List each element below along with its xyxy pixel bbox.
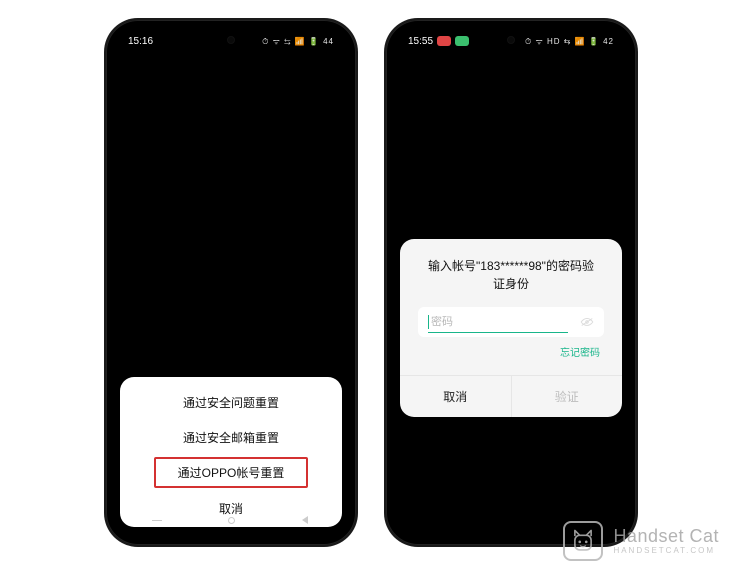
password-input[interactable]: [431, 316, 580, 328]
forgot-password-link[interactable]: 忘记密码: [560, 348, 600, 359]
dialog-title: 输入帐号"183******98"的密码验证身份: [400, 257, 622, 307]
text-cursor: [428, 315, 429, 329]
password-field-wrap[interactable]: [418, 307, 604, 337]
dialog-confirm-button[interactable]: 验证: [511, 376, 623, 417]
activity-indicator-icon: [455, 36, 469, 46]
front-camera: [507, 36, 515, 44]
password-verify-dialog: 输入帐号"183******98"的密码验证身份 忘记密码 取消: [400, 239, 622, 417]
reset-via-security-question[interactable]: 通过安全问题重置: [120, 385, 342, 420]
status-time: 15:55: [408, 36, 433, 47]
back-icon[interactable]: [300, 515, 310, 525]
input-underline: [428, 332, 568, 333]
status-time: 15:16: [128, 36, 153, 47]
recents-icon[interactable]: [152, 515, 162, 525]
watermark: Handset Cat HANDSETCAT.COM: [563, 521, 719, 561]
front-camera: [227, 36, 235, 44]
reset-options-sheet: 通过安全问题重置 通过安全邮箱重置 通过OPPO帐号重置 取消: [120, 377, 342, 527]
android-navbar: [120, 515, 342, 525]
watermark-subtitle: HANDSETCAT.COM: [613, 547, 719, 556]
phone-left: 15:16 ⏱ ᯤ ⇆ 📶 🔋 44 通过安全问题重置 通过安全邮箱重置 通过O…: [106, 20, 356, 545]
reset-via-oppo-account[interactable]: 通过OPPO帐号重置: [154, 457, 308, 488]
home-icon[interactable]: [226, 515, 236, 525]
recording-indicator-icon: [437, 36, 451, 46]
reset-via-email[interactable]: 通过安全邮箱重置: [120, 420, 342, 455]
status-icons: ⏱ ᯤ ⇆ 📶 🔋 44: [262, 36, 334, 47]
watermark-logo-icon: [563, 521, 603, 561]
phone-right: 15:55 ⏱ ᯤ HD ⇆ 📶 🔋 42 输入帐号"183******98"的…: [386, 20, 636, 545]
dialog-cancel-button[interactable]: 取消: [400, 376, 511, 417]
watermark-title: Handset Cat: [613, 527, 719, 547]
status-icons: ⏱ ᯤ HD ⇆ 📶 🔋 42: [525, 36, 614, 47]
visibility-toggle-icon[interactable]: [580, 317, 594, 327]
